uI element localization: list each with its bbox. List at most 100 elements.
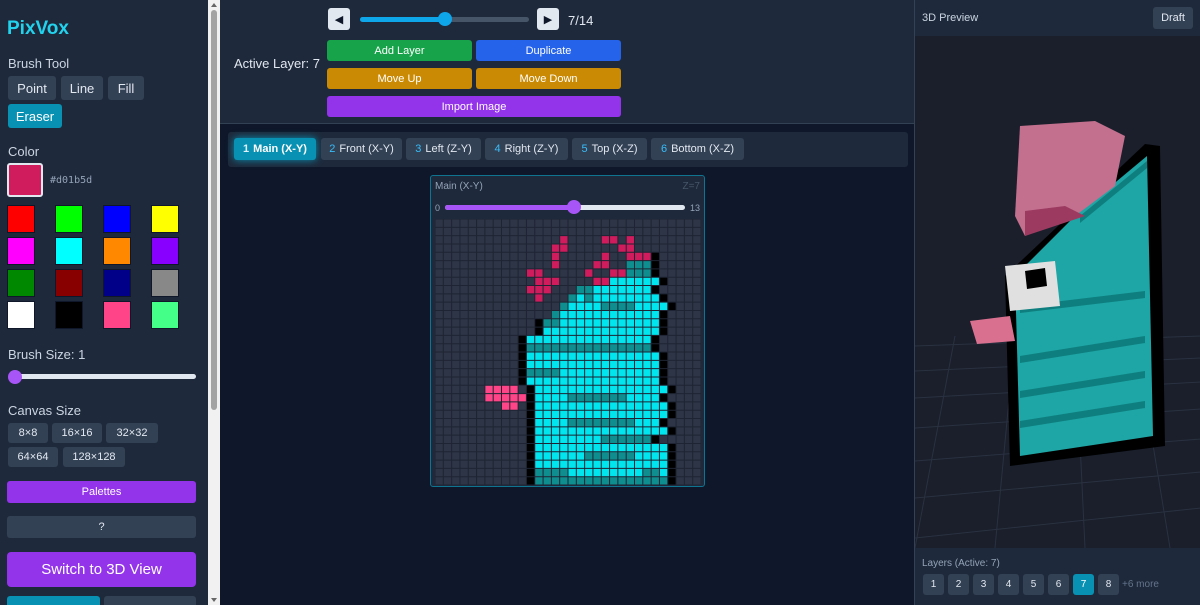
voxel-cell[interactable] [601, 418, 610, 427]
voxel-cell[interactable] [642, 318, 652, 328]
voxel-cell[interactable] [651, 443, 660, 452]
voxel-cell[interactable] [626, 335, 635, 344]
voxel-cell[interactable] [626, 268, 635, 278]
voxel-cell[interactable] [617, 293, 627, 303]
voxel-cell[interactable] [642, 435, 652, 444]
palette-swatch[interactable] [151, 301, 179, 329]
canvas-64-button[interactable]: 64×64 [8, 447, 58, 467]
voxel-cell[interactable] [526, 443, 535, 452]
voxel-cell[interactable] [592, 285, 602, 294]
voxel-cell[interactable] [551, 418, 560, 427]
voxel-cell[interactable] [526, 335, 535, 344]
voxel-cell[interactable] [617, 327, 627, 336]
voxel-cell[interactable] [576, 285, 585, 294]
voxel-cell[interactable] [651, 468, 660, 477]
voxel-cell[interactable] [601, 410, 610, 419]
voxel-cell[interactable] [659, 352, 668, 361]
voxel-cell[interactable] [642, 252, 652, 261]
voxel-cell[interactable] [534, 410, 544, 419]
voxel-cell[interactable] [568, 418, 577, 427]
voxel-cell[interactable] [559, 302, 568, 311]
voxel-cell[interactable] [551, 327, 560, 336]
voxel-cell[interactable] [659, 310, 668, 319]
voxel-cell[interactable] [667, 443, 677, 452]
voxel-cell[interactable] [568, 385, 577, 394]
voxel-cell[interactable] [576, 343, 585, 352]
voxel-cell[interactable] [601, 252, 610, 261]
layer-button-4[interactable]: 4 [998, 574, 1019, 595]
palette-swatch[interactable] [7, 205, 35, 233]
voxel-cell[interactable] [584, 468, 593, 477]
voxel-cell[interactable] [642, 418, 652, 427]
voxel-cell[interactable] [659, 426, 668, 436]
voxel-cell[interactable] [568, 451, 577, 461]
voxel-cell[interactable] [642, 285, 652, 294]
voxel-cell[interactable] [543, 285, 552, 294]
voxel-cell[interactable] [592, 343, 602, 352]
voxel-cell[interactable] [617, 401, 627, 411]
voxel-cell[interactable] [576, 410, 585, 419]
voxel-cell[interactable] [626, 327, 635, 336]
voxel-cell[interactable] [626, 243, 635, 253]
voxel-cell[interactable] [551, 401, 560, 411]
voxel-cell[interactable] [568, 343, 577, 352]
canvas-8-button[interactable]: 8×8 [8, 423, 48, 443]
voxel-cell[interactable] [617, 335, 627, 344]
voxel-cell[interactable] [551, 260, 560, 269]
voxel-cell[interactable] [576, 385, 585, 394]
voxel-cell[interactable] [568, 376, 577, 386]
palette-swatch[interactable] [103, 237, 131, 265]
palette-swatch[interactable] [7, 269, 35, 297]
voxel-cell[interactable] [601, 352, 610, 361]
voxel-cell[interactable] [634, 435, 643, 444]
voxel-cell[interactable] [617, 268, 627, 278]
palette-swatch[interactable] [151, 269, 179, 297]
voxel-cell[interactable] [543, 418, 552, 427]
voxel-cell[interactable] [568, 302, 577, 311]
voxel-cell[interactable] [526, 368, 535, 377]
voxel-cell[interactable] [609, 426, 618, 436]
voxel-cell[interactable] [559, 393, 568, 402]
voxel-cell[interactable] [601, 327, 610, 336]
voxel-cell[interactable] [626, 410, 635, 419]
voxel-cell[interactable] [568, 426, 577, 436]
voxel-cell[interactable] [592, 460, 602, 469]
voxel-cell[interactable] [634, 468, 643, 477]
voxel-cell[interactable] [609, 435, 618, 444]
voxel-cell[interactable] [601, 360, 610, 369]
canvas-32-button[interactable]: 32×32 [106, 423, 158, 443]
voxel-cell[interactable] [584, 360, 593, 369]
voxel-cell[interactable] [592, 401, 602, 411]
voxel-cell[interactable] [576, 376, 585, 386]
voxel-cell[interactable] [626, 418, 635, 427]
voxel-cell[interactable] [651, 451, 660, 461]
voxel-cell[interactable] [559, 401, 568, 411]
voxel-cell[interactable] [559, 451, 568, 461]
voxel-cell[interactable] [667, 476, 677, 485]
voxel-cell[interactable] [659, 476, 668, 485]
voxel-cell[interactable] [659, 277, 668, 286]
voxel-cell[interactable] [659, 460, 668, 469]
voxel-cell[interactable] [534, 335, 544, 344]
voxel-cell[interactable] [634, 393, 643, 402]
current-color-swatch[interactable] [7, 163, 43, 197]
tab-bottom-xz[interactable]: 6 Bottom (X-Z) [651, 138, 744, 160]
palette-swatch[interactable] [55, 237, 83, 265]
duplicate-button[interactable]: Duplicate [476, 40, 621, 61]
voxel-cell[interactable] [651, 335, 660, 344]
voxel-cell[interactable] [526, 451, 535, 461]
voxel-cell[interactable] [568, 435, 577, 444]
voxel-cell[interactable] [642, 327, 652, 336]
voxel-cell[interactable] [526, 435, 535, 444]
voxel-cell[interactable] [609, 376, 618, 386]
voxel-cell[interactable] [518, 393, 527, 402]
voxel-cell[interactable] [617, 385, 627, 394]
voxel-cell[interactable] [642, 260, 652, 269]
voxel-cell[interactable] [584, 293, 593, 303]
voxel-cell[interactable] [634, 476, 643, 485]
voxel-cell[interactable] [617, 277, 627, 286]
voxel-cell[interactable] [601, 426, 610, 436]
voxel-cell[interactable] [642, 443, 652, 452]
voxel-cell[interactable] [609, 285, 618, 294]
voxel-cell[interactable] [609, 352, 618, 361]
